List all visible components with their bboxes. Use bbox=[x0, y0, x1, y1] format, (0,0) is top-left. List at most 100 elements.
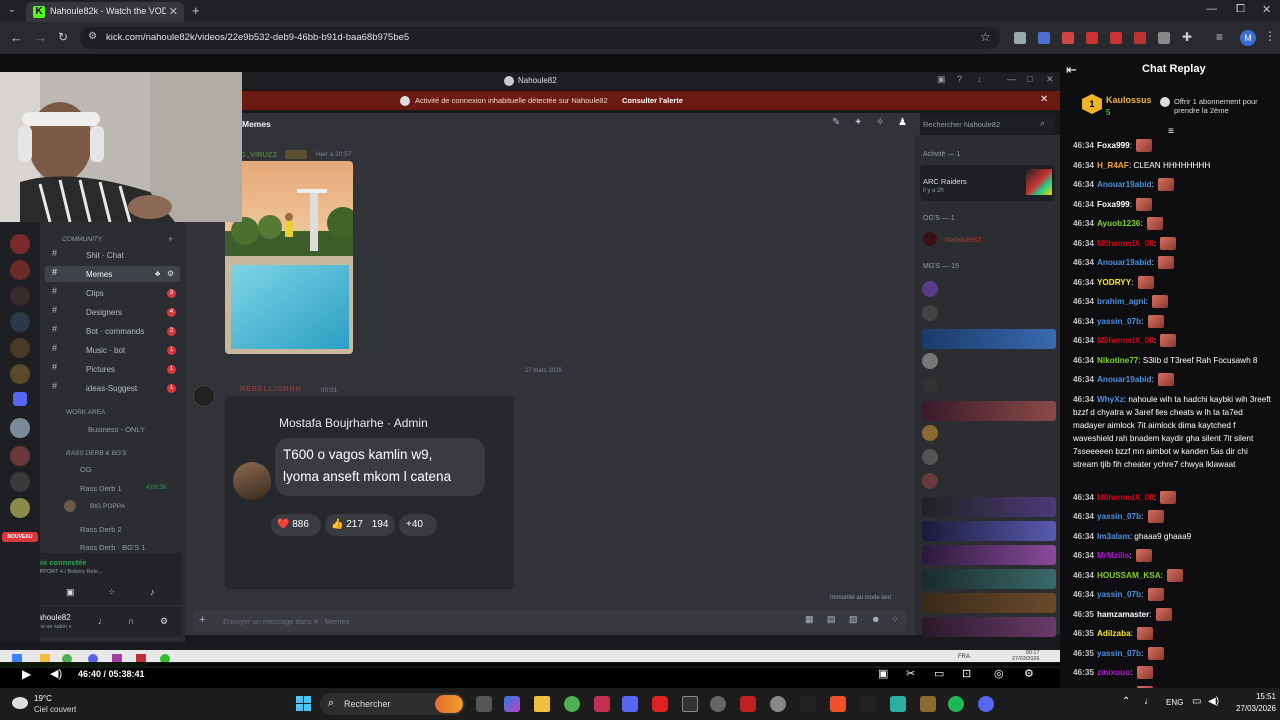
mic-icon[interactable]: ♩ bbox=[98, 616, 107, 626]
channel-ideas-suggest[interactable]: ideas-Suggest bbox=[86, 384, 137, 393]
browser-tab[interactable]: K Nahoule82k - Watch the VOD o ✕ bbox=[26, 2, 184, 22]
chat-username[interactable]: Foxa999 bbox=[1097, 141, 1130, 150]
member-avatar[interactable] bbox=[923, 232, 937, 246]
server-icon[interactable] bbox=[10, 260, 30, 280]
voice-member-big-poppa[interactable]: BIG POPPA bbox=[90, 503, 125, 510]
help-icon[interactable]: ? bbox=[957, 74, 962, 84]
maximize-button[interactable]: ⧠ bbox=[1236, 3, 1245, 16]
extension-icon[interactable] bbox=[1134, 32, 1146, 44]
channel-clips[interactable]: Clips bbox=[86, 289, 104, 298]
voice-channel-rass-derb-2[interactable]: Rass Derb 2 bbox=[80, 525, 122, 534]
channel-designers[interactable]: Designers bbox=[86, 308, 122, 317]
discord-minimize-icon[interactable]: — bbox=[1007, 74, 1016, 84]
chat-username[interactable]: yassin_07b bbox=[1097, 649, 1141, 658]
chat-username[interactable]: Foxa999 bbox=[1097, 200, 1130, 209]
settings-gear-icon[interactable]: ⚙ bbox=[1024, 667, 1034, 680]
taskbar-search[interactable]: ⌕ Rechercher bbox=[320, 693, 465, 715]
tab-close-icon[interactable]: ✕ bbox=[169, 5, 178, 18]
chat-username[interactable]: hamzamaster bbox=[1097, 610, 1149, 619]
member-avatar[interactable] bbox=[64, 500, 76, 512]
server-icon[interactable] bbox=[10, 472, 30, 492]
chat-username[interactable]: yassin_07b bbox=[1097, 590, 1141, 599]
meme-image[interactable] bbox=[225, 161, 353, 354]
chat-username[interactable]: M0hamedX_0ll bbox=[1097, 239, 1154, 248]
chat-username[interactable]: Anouar19abid bbox=[1097, 180, 1152, 189]
extension-icon[interactable] bbox=[1062, 32, 1074, 44]
reload-icon[interactable]: ↻ bbox=[58, 30, 68, 44]
chat-username[interactable]: M0hamedX_0ll bbox=[1097, 336, 1154, 345]
kebab-menu-icon[interactable]: ⋮ bbox=[1264, 29, 1276, 43]
channel-pictures[interactable]: Pictures bbox=[86, 365, 115, 374]
discord-search-input[interactable]: Rechercher Nahoule82 ⌕ bbox=[920, 116, 1055, 133]
inbox-icon[interactable]: ▣ bbox=[937, 74, 946, 85]
member-row-highlight[interactable] bbox=[922, 593, 1056, 613]
member-avatar[interactable] bbox=[922, 353, 938, 369]
chrome-icon[interactable] bbox=[564, 696, 580, 712]
voice-channel-og[interactable]: OG bbox=[80, 465, 92, 474]
notifications-icon[interactable]: ✦ bbox=[854, 117, 862, 128]
activities-icon[interactable]: ⁘ bbox=[108, 587, 116, 598]
app-icon[interactable] bbox=[800, 696, 816, 712]
chat-username[interactable]: H_R4AF bbox=[1097, 161, 1129, 170]
member-row-highlight[interactable] bbox=[922, 521, 1056, 541]
reading-list-icon[interactable]: ≡ bbox=[1216, 30, 1223, 44]
server-icon[interactable] bbox=[10, 338, 30, 358]
extensions-puzzle-icon[interactable]: ✚ bbox=[1182, 30, 1192, 44]
server-icon[interactable] bbox=[10, 418, 30, 438]
chat-username[interactable]: Anouar19abid bbox=[1097, 258, 1152, 267]
server-icon[interactable] bbox=[10, 234, 30, 254]
netflix-icon[interactable] bbox=[740, 696, 756, 712]
gif-icon[interactable]: ▤ bbox=[827, 614, 836, 625]
chat-username[interactable]: Nikotine77 bbox=[1097, 356, 1138, 365]
display-tray-icon[interactable]: ▭ bbox=[1192, 696, 1201, 707]
spotify-icon[interactable] bbox=[948, 696, 964, 712]
teams-icon[interactable] bbox=[622, 696, 638, 712]
app-icon[interactable] bbox=[920, 696, 936, 712]
tiktok-icon[interactable] bbox=[860, 696, 876, 712]
member-avatar[interactable] bbox=[922, 449, 938, 465]
folder-icon[interactable] bbox=[13, 392, 27, 406]
app-icon[interactable] bbox=[890, 696, 906, 712]
collapse-chat-icon[interactable]: ⇤ bbox=[1066, 62, 1077, 78]
alert-close-icon[interactable]: ✕ bbox=[1040, 94, 1048, 105]
server-icon[interactable] bbox=[10, 446, 30, 466]
brave-icon[interactable] bbox=[830, 696, 846, 712]
chat-username[interactable]: zinixouo bbox=[1097, 668, 1130, 677]
theatre-mode-icon[interactable]: ▣ bbox=[878, 667, 888, 680]
author-avatar[interactable] bbox=[193, 385, 215, 407]
play-icon[interactable]: ▶ bbox=[22, 667, 31, 681]
chat-username[interactable]: yassin_07b bbox=[1097, 317, 1141, 326]
pinned-user[interactable]: Kaulossus bbox=[1106, 95, 1152, 105]
member-row-highlight[interactable] bbox=[922, 401, 1056, 421]
back-icon[interactable]: ← bbox=[10, 30, 23, 45]
quality-icon[interactable]: ◎ bbox=[994, 667, 1004, 680]
youtube-icon[interactable] bbox=[652, 696, 668, 712]
url-bar[interactable]: ⚙ kick.com/nahoule82k/videos/22e9b532-de… bbox=[80, 27, 1000, 49]
apps-icon[interactable]: ⁘ bbox=[891, 614, 899, 625]
weather-temp[interactable]: 19°C bbox=[34, 694, 52, 703]
server-icon[interactable] bbox=[10, 286, 30, 306]
extension-icon[interactable] bbox=[1014, 32, 1026, 44]
embedded-screenshot[interactable]: Mostafa Boujrharhe · Admin T600 o vagos … bbox=[225, 396, 514, 589]
chat-username[interactable]: Im3alam bbox=[1097, 532, 1130, 541]
gift-icon[interactable]: ▦ bbox=[805, 614, 814, 625]
channel-settings-icon[interactable]: ⚙ bbox=[167, 269, 174, 278]
chat-filter-icon[interactable]: ≡ bbox=[1168, 126, 1174, 137]
category-community[interactable]: COMMUNITY bbox=[62, 236, 102, 243]
member-avatar[interactable] bbox=[922, 473, 938, 489]
invite-icon[interactable]: ♣ bbox=[155, 269, 160, 278]
pip-icon[interactable]: ▭ bbox=[934, 667, 944, 680]
forward-icon[interactable]: → bbox=[34, 30, 47, 45]
category-work-area[interactable]: WORK AREA bbox=[66, 409, 105, 416]
download-icon[interactable]: ↓ bbox=[977, 74, 982, 84]
new-tab-button[interactable]: + bbox=[192, 3, 200, 18]
server-icon[interactable] bbox=[10, 312, 30, 332]
mic-tray-icon[interactable]: ♩ bbox=[1144, 696, 1154, 707]
chat-username[interactable]: M0hamedX_0ll bbox=[1097, 493, 1154, 502]
message-author[interactable]: G_VIRUZZ bbox=[240, 150, 277, 159]
channel-music-bot[interactable]: Music · bot bbox=[86, 346, 125, 355]
copilot-icon[interactable] bbox=[504, 696, 520, 712]
bookmark-star-icon[interactable]: ☆ bbox=[980, 30, 991, 44]
activity-card[interactable]: ARC Raiders il y a 2h bbox=[920, 165, 1055, 201]
app-icon[interactable] bbox=[594, 696, 610, 712]
